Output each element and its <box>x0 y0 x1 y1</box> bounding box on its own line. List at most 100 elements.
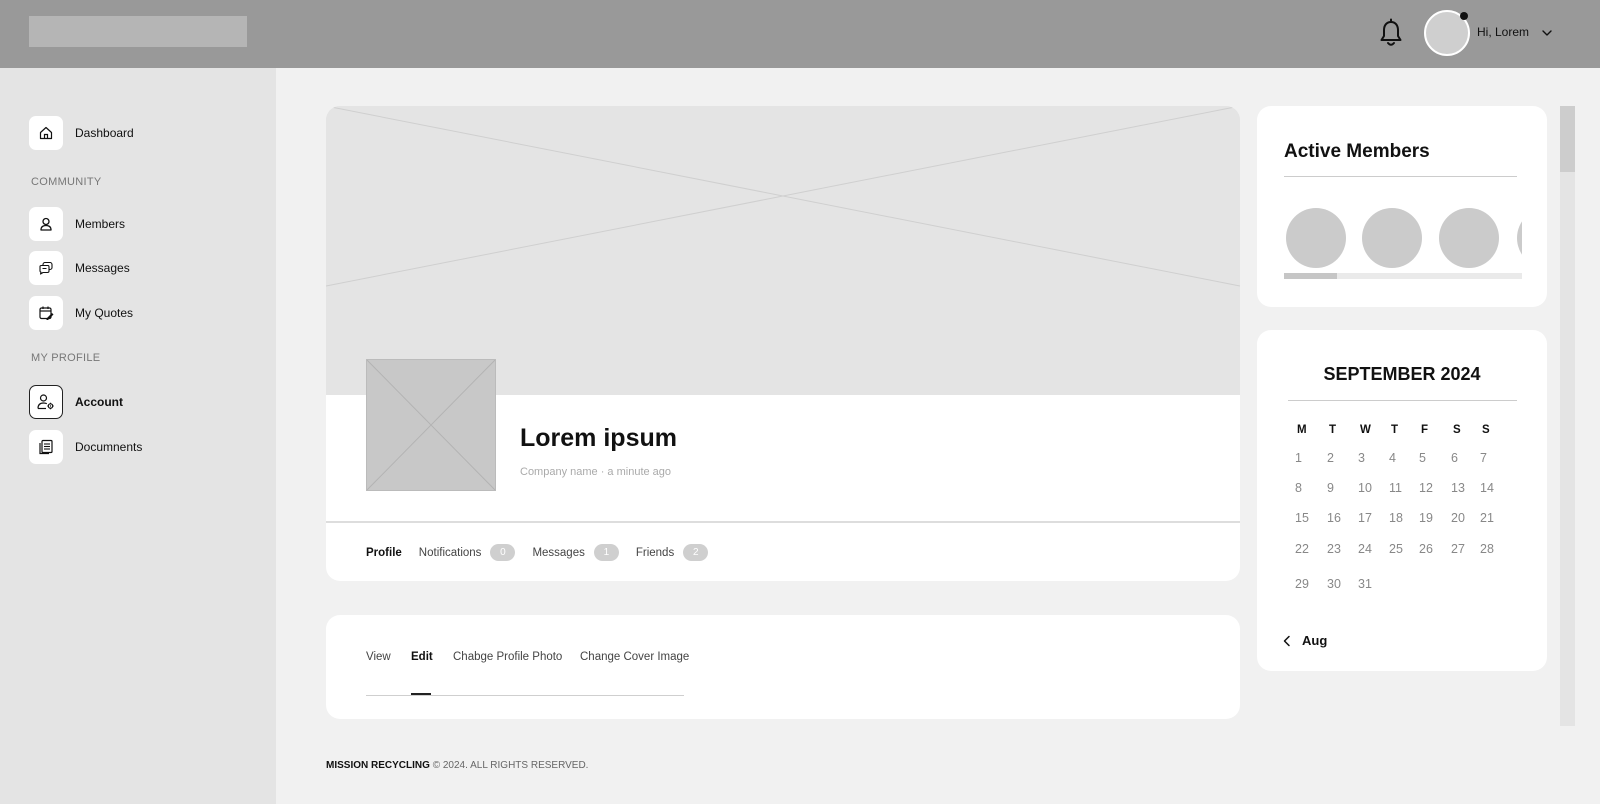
sidebar-item-documents[interactable]: Documnents <box>29 430 142 464</box>
calendar-day[interactable]: 4 <box>1389 451 1413 465</box>
scrollbar-thumb[interactable] <box>1284 273 1337 279</box>
calendar-day[interactable]: 18 <box>1389 511 1413 525</box>
tab-label: Friends <box>635 546 675 559</box>
calendar-day[interactable]: 22 <box>1295 542 1319 556</box>
status-dot <box>1460 12 1468 20</box>
calendar-day[interactable]: 1 <box>1295 451 1319 465</box>
sidebar-item-my-quotes[interactable]: My Quotes <box>29 296 133 330</box>
logo-placeholder[interactable] <box>29 16 247 47</box>
page-scrollbar[interactable] <box>1560 106 1575 726</box>
sidebar-item-label: Dashboard <box>75 126 134 140</box>
calendar-day[interactable]: 23 <box>1327 542 1351 556</box>
calendar-day[interactable]: 6 <box>1451 451 1475 465</box>
tab-view[interactable]: View <box>366 651 391 663</box>
chevron-left-icon <box>1283 635 1290 646</box>
calendar-day[interactable]: 25 <box>1389 542 1413 556</box>
member-avatar[interactable] <box>1362 208 1422 268</box>
tab-friends[interactable]: Friends 2 <box>635 544 709 561</box>
calendar-day[interactable]: 13 <box>1451 481 1475 495</box>
tab-label: Messages <box>532 546 585 559</box>
sidebar-item-label: Members <box>75 217 126 231</box>
tab-change-profile-photo[interactable]: Chabge Profile Photo <box>453 651 562 663</box>
sidebar-item-label: Documnents <box>75 440 143 454</box>
tab-edit[interactable]: Edit <box>411 651 433 663</box>
bell-icon[interactable] <box>1378 18 1404 48</box>
member-avatar[interactable] <box>1439 208 1499 268</box>
footer-copyright: © 2024. ALL RIGHTS RESERVED. <box>432 760 589 771</box>
calendar-day[interactable]: 30 <box>1327 577 1351 591</box>
calendar-day[interactable]: 26 <box>1419 542 1443 556</box>
count-badge: 1 <box>593 544 619 561</box>
calendar-day[interactable]: 29 <box>1295 577 1319 591</box>
tab-profile[interactable]: Profile <box>366 547 402 559</box>
calendar-day[interactable]: 24 <box>1358 542 1382 556</box>
profile-actions-card: View Edit Chabge Profile Photo Change Co… <box>326 615 1240 719</box>
calendar-day[interactable]: 11 <box>1389 481 1413 495</box>
calendar-day[interactable]: 8 <box>1295 481 1319 495</box>
member-avatar[interactable] <box>1286 208 1346 268</box>
sidebar-item-label: Account <box>75 395 123 409</box>
document-icon <box>39 439 53 455</box>
user-settings-icon <box>37 394 54 410</box>
prev-month-label: Aug <box>1302 633 1328 648</box>
profile-tabs: Profile Notifications 0 Messages 1 Frien… <box>366 544 725 561</box>
sidebar-item-messages[interactable]: Messages <box>29 251 130 285</box>
calendar-day[interactable]: 10 <box>1358 481 1382 495</box>
weekday-label: W <box>1360 424 1371 436</box>
cover-image-placeholder[interactable] <box>326 106 1240 395</box>
weekday-label: T <box>1329 424 1337 436</box>
calendar-day[interactable]: 28 <box>1480 542 1504 556</box>
divider <box>1284 176 1517 177</box>
members-scrollbar[interactable] <box>1284 273 1522 279</box>
calendar-day[interactable]: 17 <box>1358 511 1382 525</box>
scrollbar-thumb[interactable] <box>1560 106 1575 172</box>
calendar-day[interactable]: 21 <box>1480 511 1504 525</box>
sidebar-item-account[interactable]: Account <box>29 385 123 419</box>
count-badge: 0 <box>490 544 516 561</box>
member-avatar[interactable] <box>1517 208 1522 268</box>
calendar-day[interactable]: 7 <box>1480 451 1504 465</box>
tab-label: Profile <box>366 546 402 559</box>
sidebar-item-label: My Quotes <box>75 306 134 320</box>
calendar-day[interactable]: 16 <box>1327 511 1351 525</box>
calendar-day[interactable]: 2 <box>1327 451 1351 465</box>
sidebar-item-label: Messages <box>75 261 130 275</box>
calendar-day[interactable]: 31 <box>1358 577 1382 591</box>
profile-card: Lorem ipsum Company name · a minute ago … <box>326 106 1240 581</box>
user-icon <box>40 217 52 231</box>
sidebar-item-dashboard[interactable]: Dashboard <box>29 116 134 150</box>
calendar-day[interactable]: 15 <box>1295 511 1319 525</box>
weekday-label: F <box>1421 424 1429 436</box>
sidebar-item-members[interactable]: Members <box>29 207 125 241</box>
calendar-day[interactable]: 9 <box>1327 481 1351 495</box>
count-badge: 2 <box>683 544 709 561</box>
footer-brand: MISSION RECYCLING <box>326 760 430 771</box>
calendar-day[interactable]: 5 <box>1419 451 1443 465</box>
members-carousel[interactable] <box>1284 208 1522 270</box>
home-icon <box>39 126 53 140</box>
prev-month-button[interactable]: Aug <box>1283 633 1327 648</box>
section-label-my-profile: MY PROFILE <box>31 352 101 364</box>
edit-tabs: View Edit Chabge Profile Photo Change Co… <box>366 651 689 696</box>
calendar-day[interactable]: 27 <box>1451 542 1475 556</box>
profile-meta: Company name · a minute ago <box>520 466 672 478</box>
calendar-day[interactable]: 3 <box>1358 451 1382 465</box>
top-bar: Hi, Lorem <box>0 0 1600 68</box>
chat-icon <box>39 261 53 275</box>
tab-notifications[interactable]: Notifications 0 <box>419 544 516 561</box>
chevron-down-icon[interactable] <box>1540 26 1554 40</box>
calendar-day[interactable]: 20 <box>1451 511 1475 525</box>
weekday-label: T <box>1391 424 1399 436</box>
tab-messages[interactable]: Messages 1 <box>532 544 619 561</box>
user-greeting[interactable]: Hi, Lorem <box>1477 25 1529 39</box>
section-label-community: COMMUNITY <box>31 176 102 188</box>
calendar-month-title: SEPTEMBER 2024 <box>1323 364 1481 384</box>
card-title: Active Members <box>1284 141 1430 162</box>
calendar-day[interactable]: 12 <box>1419 481 1443 495</box>
tab-label: Notifications <box>418 546 482 559</box>
calendar-day[interactable]: 19 <box>1419 511 1443 525</box>
profile-photo-placeholder[interactable] <box>366 359 496 491</box>
tab-change-cover-image[interactable]: Change Cover Image <box>580 651 689 663</box>
active-members-card: Active Members <box>1257 106 1547 307</box>
calendar-day[interactable]: 14 <box>1480 481 1504 495</box>
